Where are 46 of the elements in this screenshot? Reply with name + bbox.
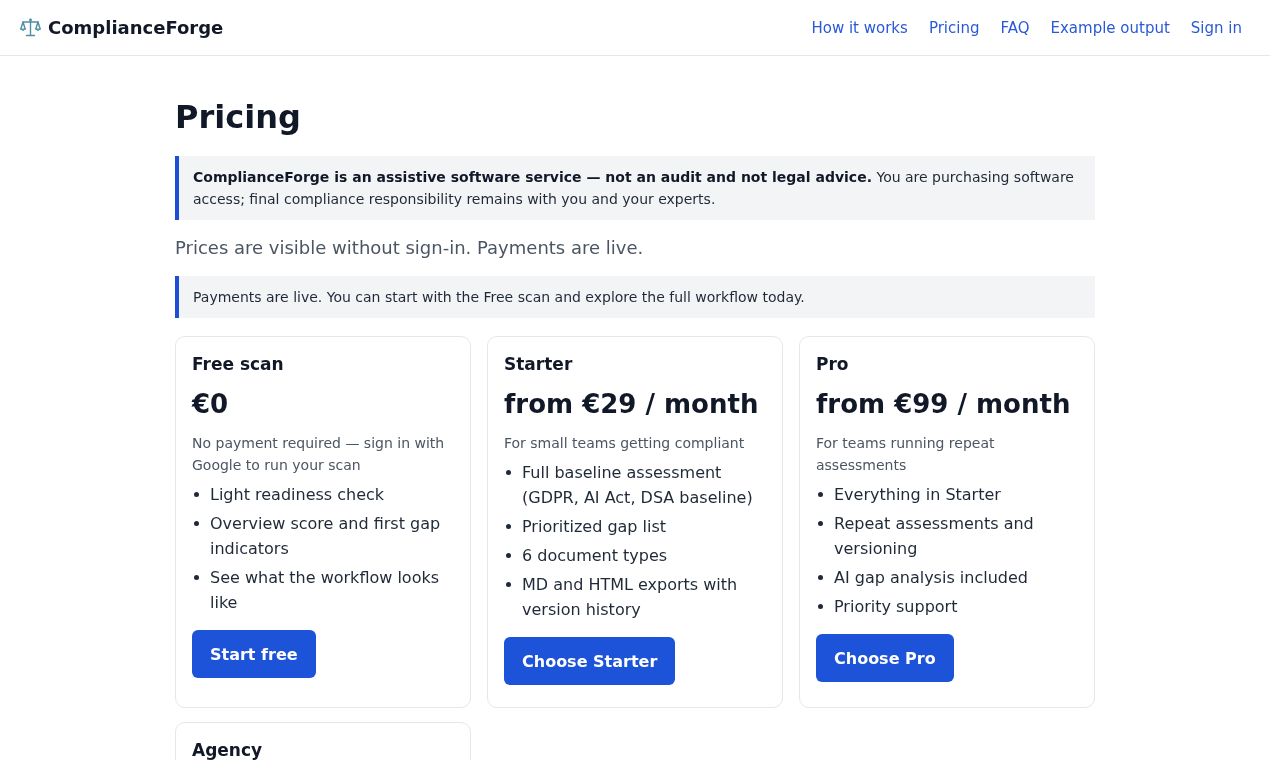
plan-description: For small teams getting compliant — [504, 434, 745, 453]
bullet-icon — [194, 492, 199, 497]
lead-text: Prices are visible without sign-in. Payments are live. — [175, 236, 645, 260]
plan-button[interactable]: Choose Starter — [504, 637, 676, 685]
nav-link[interactable]: Sign in — [1190, 18, 1242, 37]
payment-notice: Payments are live. You can start with the Free scan and explore the full workflow today. — [175, 276, 1095, 318]
plan-description: For teams running repeat assessments — [816, 434, 996, 475]
plan-name: Agency — [192, 739, 263, 760]
feature-text: Light readiness check — [210, 484, 386, 506]
bullet-icon — [818, 604, 823, 609]
plan-price: €0 — [192, 388, 229, 420]
feature-text: See what the workflow looks like — [210, 567, 441, 614]
plan-name: Starter — [504, 353, 573, 375]
bullet-icon — [818, 575, 823, 580]
feature-text: 6 document types — [522, 545, 669, 567]
nav-link[interactable]: FAQ — [1000, 18, 1030, 37]
plan-button[interactable]: Start free — [192, 630, 316, 678]
feature-text: Overview score and first gap indicators — [210, 513, 442, 560]
bullet-icon — [506, 470, 511, 475]
bullet-icon — [194, 521, 199, 526]
bullet-icon — [818, 492, 823, 497]
plan-name: Free scan — [192, 353, 284, 375]
feature-text: Prioritized gap list — [522, 516, 668, 538]
feature-text: Everything in Starter — [834, 484, 1002, 506]
feature-text: MD and HTML exports with version history — [522, 574, 739, 621]
bullet-icon — [818, 521, 823, 526]
bullet-icon — [506, 582, 511, 587]
plan-description: No payment required — sign in with Google to run your scan — [192, 434, 446, 475]
feature-text: Full baseline assessment (GDPR, AI Act, DSA baseline) — [522, 462, 754, 509]
nav-link[interactable]: How it works — [811, 18, 908, 37]
nav-link[interactable]: Pricing — [928, 18, 980, 37]
plan-name: Pro — [816, 353, 849, 375]
brand-name: ComplianceForge — [48, 17, 224, 38]
plan-price: from €29 / month — [504, 388, 759, 420]
feature-text: Repeat assessments and versioning — [834, 513, 1035, 560]
bullet-icon — [506, 553, 511, 558]
feature-text: Priority support — [834, 596, 959, 618]
nav-link[interactable]: Example output — [1050, 18, 1170, 37]
plan-price: from €99 / month — [816, 388, 1071, 420]
bullet-icon — [506, 524, 511, 529]
plan-button[interactable]: Choose Pro — [816, 634, 954, 682]
page-title: Pricing — [175, 98, 302, 136]
bullet-icon — [194, 575, 199, 580]
feature-text: AI gap analysis included — [834, 567, 1029, 589]
disclaimer-notice: ComplianceForge is an assistive software service — not an audit and not legal advice. You are purchasing software access; final compliance responsibility remains with you and your experts. — [175, 156, 1095, 220]
scales-icon — [20, 17, 41, 38]
